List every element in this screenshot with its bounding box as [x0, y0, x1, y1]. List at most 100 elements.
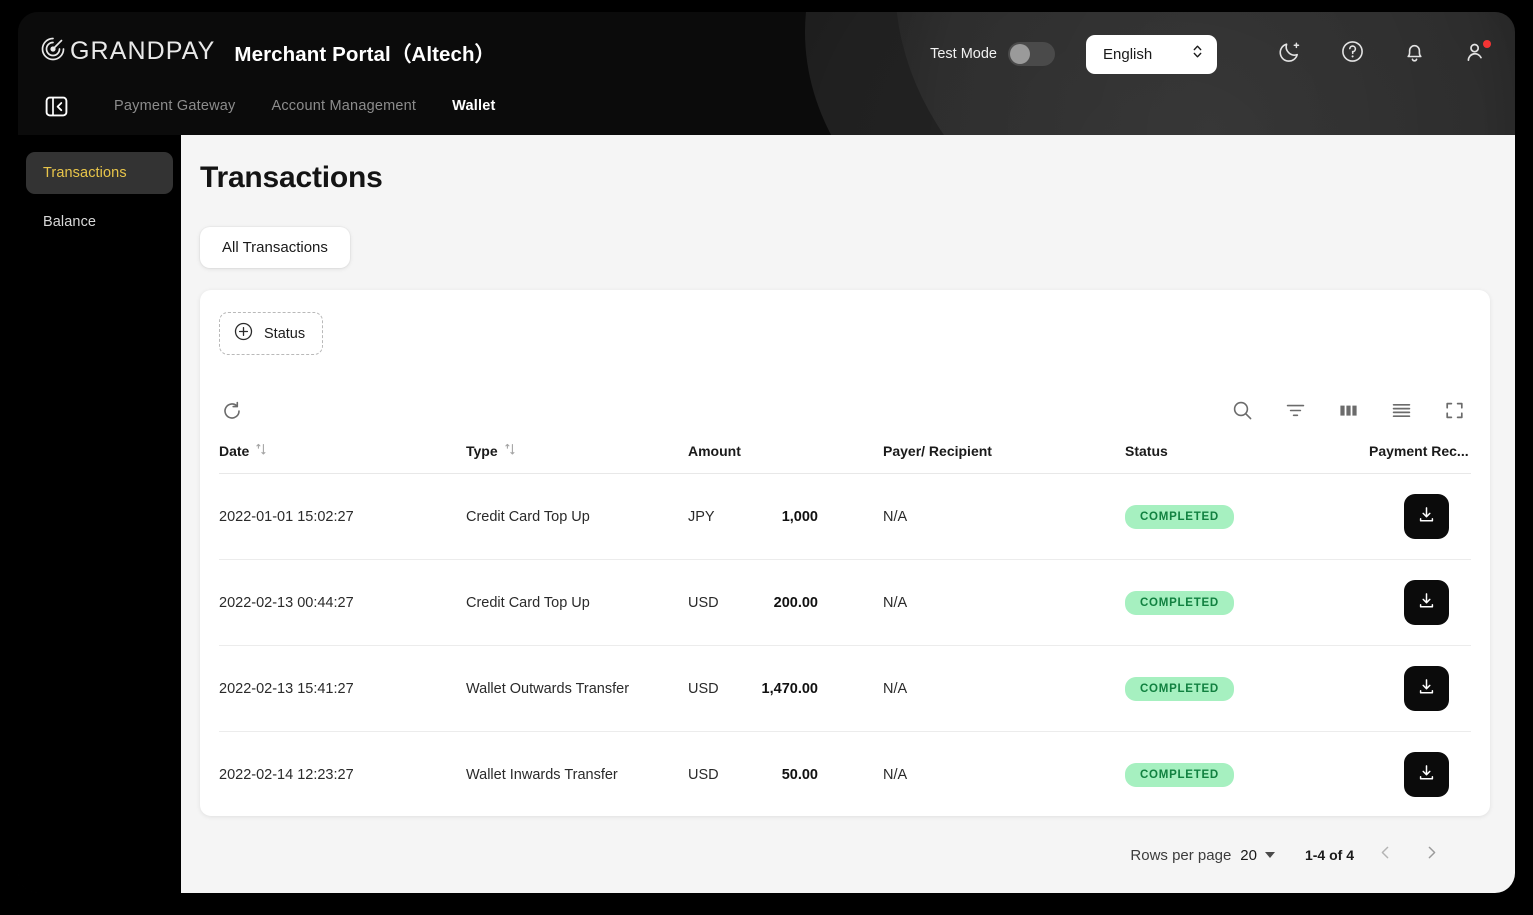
notification-dot-badge: [1483, 40, 1491, 48]
chevron-left-icon: [1377, 844, 1394, 866]
column-header-payer: Payer/ Recipient: [883, 443, 992, 459]
download-icon: [1417, 763, 1436, 786]
status-badge: COMPLETED: [1125, 762, 1234, 787]
cell-date: 2022-01-01 15:02:27: [219, 473, 466, 560]
filter-button[interactable]: [1282, 400, 1308, 426]
chevron-down-icon[interactable]: [1264, 852, 1275, 858]
cell-amount: USD 50.00: [688, 731, 883, 818]
table-row[interactable]: 2022-02-13 00:44:27 Credit Card Top Up U…: [219, 559, 1471, 646]
status-badge: COMPLETED: [1125, 590, 1234, 615]
cell-amount: USD 200.00: [688, 559, 883, 646]
app-window: GRANDPAY Merchant Portal（Altech） Payment…: [18, 12, 1515, 893]
cell-receipt: [1369, 645, 1471, 732]
grandpay-logo[interactable]: GRANDPAY: [40, 36, 215, 67]
test-mode-toggle[interactable]: [1008, 42, 1055, 66]
language-value: English: [1103, 45, 1153, 63]
columns-button[interactable]: [1335, 400, 1361, 426]
status-filter-button[interactable]: Status: [219, 312, 324, 355]
sidebar-collapse-icon[interactable]: [40, 90, 72, 122]
language-selector[interactable]: English: [1086, 34, 1217, 74]
grandpay-target-logo-icon: [40, 36, 66, 67]
table-row[interactable]: 2022-01-01 15:02:27 Credit Card Top Up J…: [219, 473, 1471, 560]
chevron-updown-icon: [1191, 43, 1204, 65]
column-header-amount: Amount: [688, 443, 741, 459]
cell-amount-value: 1,000: [781, 508, 818, 525]
cell-status: COMPLETED: [1125, 645, 1369, 732]
next-page-button[interactable]: [1416, 840, 1446, 870]
fullscreen-button[interactable]: [1441, 400, 1467, 426]
refresh-button[interactable]: [219, 400, 245, 426]
sort-type[interactable]: Type: [466, 443, 516, 459]
nav-item-payment-gateway[interactable]: Payment Gateway: [114, 94, 235, 118]
status-badge: COMPLETED: [1125, 676, 1234, 701]
status-filter-label: Status: [264, 325, 306, 342]
portal-title: Merchant Portal（Altech）: [234, 42, 496, 66]
header-actions: Test Mode English: [930, 31, 1493, 77]
sidebar-item-transactions[interactable]: Transactions: [26, 152, 173, 194]
density-button[interactable]: [1388, 400, 1414, 426]
cell-type: Wallet Outwards Transfer: [466, 645, 688, 732]
table-body: 2022-01-01 15:02:27 Credit Card Top Up J…: [219, 473, 1471, 818]
sidebar-item-balance[interactable]: Balance: [26, 201, 173, 243]
table-toolbar-left: [219, 400, 245, 426]
cell-date: 2022-02-14 12:23:27: [219, 731, 466, 818]
download-receipt-button[interactable]: [1404, 580, 1449, 625]
theme-toggle-button[interactable]: [1273, 37, 1307, 71]
cell-type: Credit Card Top Up: [466, 473, 688, 560]
primary-nav: Payment Gateway Account Management Walle…: [40, 90, 532, 122]
sort-date[interactable]: Date: [219, 443, 267, 459]
table-head: Date Type Amount Payer/ Recipient Status…: [219, 443, 1471, 474]
rows-per-page-value[interactable]: 20: [1240, 847, 1257, 864]
cell-payer: N/A: [883, 731, 1125, 818]
column-label-date: Date: [219, 443, 250, 459]
table-row[interactable]: 2022-02-14 12:23:27 Wallet Inwards Trans…: [219, 731, 1471, 818]
account-button[interactable]: [1459, 37, 1493, 71]
nav-item-wallet[interactable]: Wallet: [452, 94, 495, 118]
main-content: Transactions All Transactions Status Dat…: [181, 135, 1515, 893]
pagination-range: 1-4 of 4: [1304, 847, 1354, 863]
sidebar: Transactions Balance: [18, 135, 181, 893]
refresh-icon: [221, 400, 243, 427]
table-toolbar: [219, 393, 1471, 433]
transactions-table: Date Type Amount Payer/ Recipient Status…: [219, 443, 1471, 818]
test-mode-label: Test Mode: [930, 46, 997, 62]
column-header-status: Status: [1125, 443, 1168, 459]
tab-all-transactions[interactable]: All Transactions: [200, 227, 350, 268]
previous-page-button[interactable]: [1370, 840, 1400, 870]
column-header-receipt: Payment Rec...: [1369, 443, 1469, 459]
cell-date: 2022-02-13 00:44:27: [219, 559, 466, 646]
cell-receipt: [1369, 559, 1471, 646]
cell-status: COMPLETED: [1125, 559, 1369, 646]
sort-updown-icon: [504, 443, 516, 459]
sort-updown-icon: [255, 443, 267, 459]
cell-type: Wallet Inwards Transfer: [466, 731, 688, 818]
notifications-button[interactable]: [1397, 37, 1431, 71]
download-receipt-button[interactable]: [1404, 666, 1449, 711]
moon-icon: [1278, 40, 1302, 69]
chevron-right-icon: [1423, 844, 1440, 866]
app-header: GRANDPAY Merchant Portal（Altech） Payment…: [18, 12, 1515, 135]
density-list-icon: [1391, 400, 1412, 426]
cell-amount: JPY 1,000: [688, 473, 883, 560]
nav-item-account-management[interactable]: Account Management: [271, 94, 416, 118]
cell-currency: JPY: [688, 508, 715, 525]
cell-payer: N/A: [883, 559, 1125, 646]
table-toolbar-right: [1229, 400, 1471, 426]
download-receipt-button[interactable]: [1404, 752, 1449, 797]
download-icon: [1417, 505, 1436, 528]
cell-receipt: [1369, 473, 1471, 560]
help-button[interactable]: [1335, 37, 1369, 71]
cell-amount-value: 200.00: [773, 594, 818, 611]
cell-currency: USD: [688, 594, 719, 611]
cell-payer: N/A: [883, 473, 1125, 560]
download-receipt-button[interactable]: [1404, 494, 1449, 539]
search-button[interactable]: [1229, 400, 1255, 426]
page-title: Transactions: [200, 161, 383, 194]
table-row[interactable]: 2022-02-13 15:41:27 Wallet Outwards Tran…: [219, 645, 1471, 732]
filter-icon: [1285, 400, 1306, 426]
cell-amount-value: 50.00: [781, 766, 818, 783]
status-badge: COMPLETED: [1125, 504, 1234, 529]
grandpay-wordmark: GRANDPAY: [70, 37, 216, 65]
cell-status: COMPLETED: [1125, 473, 1369, 560]
cell-currency: USD: [688, 680, 719, 697]
